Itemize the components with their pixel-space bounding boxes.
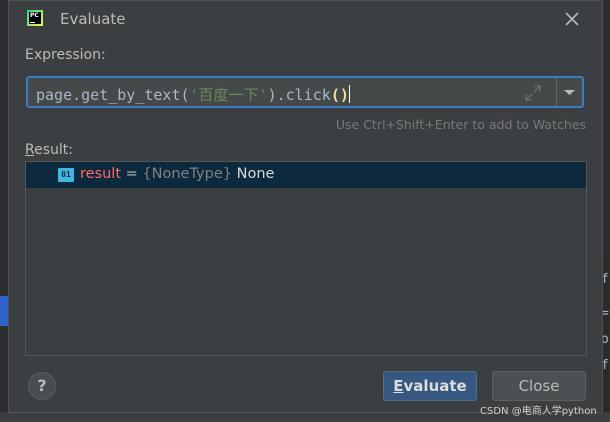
evaluate-button[interactable]: Evaluate [383,371,477,401]
watermark: CSDN @电商人学python [480,406,597,417]
expression-code[interactable]: page.get_by_text('百度一下').click() [36,84,350,105]
code-prefix: page.get_by_text( [36,86,190,104]
result-line: result = {NoneType} None [80,166,274,182]
watches-hint: Use Ctrl+Shift+Enter to add to Watches [335,117,586,132]
result-value: None [232,166,275,182]
result-label-rest: esult: [34,142,73,158]
evaluate-mnemonic: E [393,377,404,395]
help-icon[interactable]: ? [28,372,56,400]
close-button[interactable]: Close [492,371,586,401]
pycharm-logo-icon: PC [27,10,43,26]
variable-icon: 01 [58,168,74,182]
code-mid: ).click [267,86,331,104]
text-caret [348,85,350,103]
close-icon[interactable] [562,9,582,29]
result-label-mnemonic: R [25,142,35,158]
chevron-down-icon [564,90,575,95]
history-dropdown-button[interactable] [557,78,582,106]
code-parens: () [330,86,349,104]
result-row[interactable]: 01 result = {NoneType} None [26,162,586,188]
evaluate-label-rest: valuate [403,377,467,395]
expand-icon[interactable] [524,84,542,102]
result-name: result [80,166,122,182]
evaluate-dialog: PC Evaluate Expression: page.get_by_text… [8,0,603,413]
result-type: {NoneType} [142,166,232,182]
code-string: '百度一下' [189,86,268,104]
result-tree[interactable]: 01 result = {NoneType} None [25,161,587,356]
dialog-titlebar[interactable]: PC Evaluate [9,1,602,37]
ide-selection-strip [0,296,8,326]
expression-input[interactable]: page.get_by_text('百度一下').click() [26,76,584,108]
result-equals: = [121,166,143,182]
dialog-title: Evaluate [60,10,126,28]
expression-label: Expression: [25,47,106,63]
result-label: Result: [25,142,73,158]
